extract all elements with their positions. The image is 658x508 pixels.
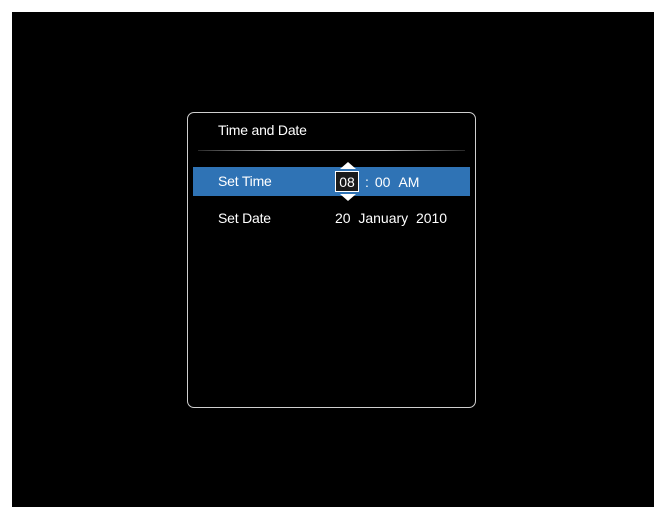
triangle-up-icon[interactable] bbox=[340, 162, 356, 169]
menu-item-set-time[interactable]: Set Time 08 : 00 AM bbox=[193, 162, 470, 201]
set-date-label: Set Date bbox=[218, 210, 271, 226]
set-time-label: Set Time bbox=[218, 173, 272, 189]
menu-item-set-date[interactable]: Set Date 20 January 2010 bbox=[193, 204, 470, 233]
time-date-dialog: Time and Date Set Time 08 : 00 AM Set Da… bbox=[187, 112, 476, 408]
hour-value: 08 bbox=[339, 173, 355, 190]
minute-value[interactable]: 00 bbox=[375, 174, 391, 190]
dialog-title: Time and Date bbox=[218, 122, 307, 138]
triangle-down-icon[interactable] bbox=[340, 194, 356, 201]
title-divider bbox=[198, 150, 465, 151]
date-value: 20 January 2010 bbox=[335, 210, 448, 226]
meridiem-value[interactable]: AM bbox=[398, 174, 419, 190]
hour-spinner[interactable]: 08 bbox=[335, 162, 359, 201]
time-separator: : bbox=[365, 173, 369, 190]
device-screen: Time and Date Set Time 08 : 00 AM Set Da… bbox=[12, 12, 654, 507]
time-field: 08 : 00 AM bbox=[335, 162, 419, 201]
